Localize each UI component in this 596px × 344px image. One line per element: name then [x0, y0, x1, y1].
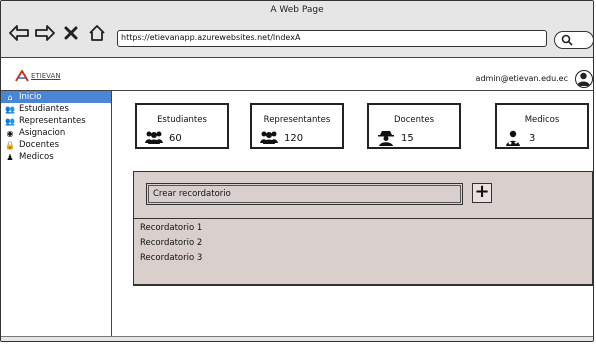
stat-card-estudiantes[interactable]: Estudiantes 60	[135, 103, 229, 149]
sidebar-item-estudiantes[interactable]: 👥 Estudiantes	[1, 103, 111, 115]
sidebar-item-label: Docentes	[19, 140, 60, 150]
logo-text: ETIEVAN	[31, 72, 61, 80]
card-title: Medicos	[524, 115, 560, 125]
nav-controls	[9, 21, 107, 45]
sidebar-item-docentes[interactable]: 🔒 Docentes	[1, 139, 111, 151]
user-md-icon	[505, 130, 521, 150]
user-secret-icon	[377, 130, 395, 150]
browser-window: A Web Page https://etievanapp.azurewebsi…	[0, 0, 594, 342]
sidebar-item-label: Representantes	[19, 116, 86, 126]
card-value: 60	[169, 133, 182, 144]
home-icon: ⌂	[7, 92, 13, 102]
home-icon[interactable]	[87, 23, 107, 43]
sidebar-item-label: Medicos	[19, 152, 54, 162]
card-value: 120	[284, 133, 304, 144]
stat-card-docentes[interactable]: Docentes 15	[367, 103, 461, 149]
card-title: Representantes	[263, 115, 331, 125]
window-title: A Web Page	[270, 5, 324, 15]
reminders-panel: Crear recordatorio + Recordatorio 1 Reco…	[133, 171, 593, 286]
stat-card-representantes[interactable]: Representantes 120	[250, 103, 344, 149]
sidebar-item-label: Estudiantes	[19, 104, 69, 114]
sidebar-item-asignacion[interactable]: ◉ Asignacion	[1, 127, 111, 139]
users-icon	[260, 130, 278, 148]
reminder-input[interactable]: Crear recordatorio	[146, 183, 463, 205]
card-value: 3	[529, 133, 536, 144]
main-content: Estudiantes 60 Representantes 120 Docent…	[113, 91, 593, 339]
add-reminder-button[interactable]: +	[472, 183, 492, 203]
browser-chrome: A Web Page https://etievanapp.azurewebsi…	[1, 1, 593, 58]
avatar[interactable]	[575, 70, 593, 88]
sidebar-item-representantes[interactable]: 👥 Representantes	[1, 115, 111, 127]
back-arrow-icon[interactable]	[9, 23, 29, 43]
stat-card-medicos[interactable]: Medicos 3	[495, 103, 589, 149]
reminders-list: Recordatorio 1 Recordatorio 2 Recordator…	[133, 218, 593, 286]
user-email[interactable]: admin@etievan.edu.ec	[476, 74, 568, 83]
list-item[interactable]: Recordatorio 2	[134, 236, 592, 251]
user-md-icon: ♟	[6, 152, 14, 162]
close-icon[interactable]	[61, 23, 81, 43]
search-icon	[561, 34, 573, 46]
card-title: Estudiantes	[157, 115, 207, 125]
logo[interactable]: ETIEVAN	[15, 70, 61, 82]
users-icon: 👥	[5, 104, 15, 114]
lock-icon: 🔒	[5, 140, 15, 150]
sidebar-item-label: Asignacion	[19, 128, 66, 138]
eye-icon: ◉	[6, 128, 14, 138]
status-bar	[1, 336, 593, 341]
sidebar-item-label: Inicio	[19, 92, 42, 102]
list-item[interactable]: Recordatorio 1	[134, 221, 592, 236]
user-icon	[577, 72, 590, 86]
sidebar-item-inicio[interactable]: ⌂ Inicio	[1, 91, 111, 103]
logo-icon	[15, 70, 29, 82]
search-button[interactable]	[554, 31, 593, 49]
url-bar[interactable]: https://etievanapp.azurewebsites.net/Ind…	[117, 30, 547, 47]
app-header: ETIEVAN admin@etievan.edu.ec	[1, 58, 593, 91]
sidebar: ⌂ Inicio 👥 Estudiantes 👥 Representantes …	[1, 91, 112, 341]
card-title: Docentes	[393, 115, 435, 125]
forward-arrow-icon[interactable]	[35, 23, 55, 43]
sidebar-item-medicos[interactable]: ♟ Medicos	[1, 151, 111, 163]
card-value: 15	[401, 133, 414, 144]
users-icon	[145, 130, 163, 148]
list-item[interactable]: Recordatorio 3	[134, 251, 592, 266]
users-icon: 👥	[5, 116, 15, 126]
